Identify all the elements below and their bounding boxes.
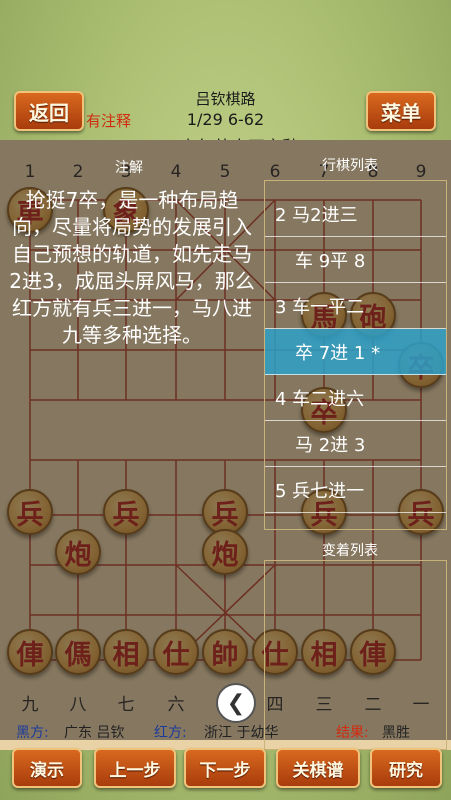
collection-title: 吕钦棋路 bbox=[195, 90, 256, 108]
variations-panel-title: 变着列表 bbox=[322, 543, 378, 559]
result-value: 黑胜 bbox=[382, 725, 410, 741]
move-list-item[interactable]: 5 兵七进一 bbox=[265, 467, 446, 513]
study-button[interactable]: 研究 bbox=[370, 748, 442, 788]
red-player-label: 红方: bbox=[154, 725, 187, 741]
notes-panel-title: 注解 bbox=[115, 160, 143, 176]
next-move-button[interactable]: 下一步 bbox=[184, 748, 266, 788]
move-list-item[interactable]: 车 9平 8 bbox=[265, 237, 446, 283]
annotation-text: 抢挺7卒，是一种布局趋向，尽量将局势的发展引入自己预想的轨道，如先走马2进3，成… bbox=[9, 188, 255, 347]
move-list-item[interactable]: 4 车二进六 bbox=[265, 375, 446, 421]
demo-button[interactable]: 演示 bbox=[12, 748, 82, 788]
collapse-chevron-left-icon[interactable]: ❮ bbox=[216, 683, 256, 723]
black-player-label: 黑方: bbox=[16, 725, 49, 741]
prev-move-button[interactable]: 上一步 bbox=[94, 748, 176, 788]
move-list[interactable]: 2 马2进三车 9平 83 车一平二卒 7进 1 * 4 车二进六马 2进 35 … bbox=[264, 180, 447, 530]
move-list-item[interactable]: 卒 7进 1 * bbox=[265, 329, 446, 375]
red-player-name: 浙江 于幼华 bbox=[204, 725, 279, 741]
game-progress: 1/29 6-62 bbox=[186, 110, 265, 129]
move-list-item[interactable]: 马 2进 3 bbox=[265, 421, 446, 467]
moves-panel-title: 行棋列表 bbox=[322, 158, 378, 174]
move-list-item[interactable]: 3 车一平二 bbox=[265, 283, 446, 329]
close-record-button[interactable]: 关棋谱 bbox=[276, 748, 360, 788]
black-player-name: 广东 吕钦 bbox=[64, 725, 125, 741]
result-label: 结果: bbox=[336, 725, 369, 741]
move-list-item[interactable]: 2 马2进三 bbox=[265, 191, 446, 237]
